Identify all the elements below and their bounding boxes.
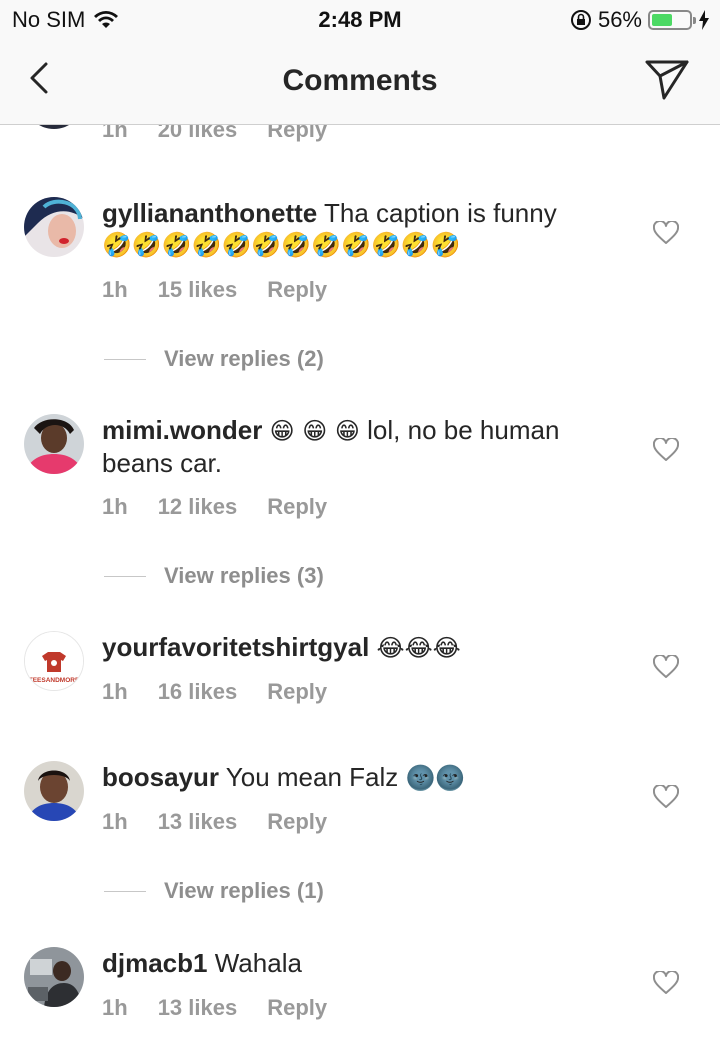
comment-time: 1h — [102, 809, 128, 834]
like-heart-icon[interactable] — [653, 221, 679, 245]
reply-button[interactable]: Reply — [267, 494, 327, 520]
view-replies-button[interactable]: View replies (3) — [104, 563, 324, 589]
comment-username[interactable]: djmacb1 — [102, 948, 208, 978]
divider-line — [104, 890, 146, 892]
paper-plane-icon — [645, 60, 689, 100]
comment-text: Wahala — [214, 948, 302, 978]
likes-link[interactable]: 20 likes — [158, 125, 238, 143]
comment-username[interactable]: gylliananthonette — [102, 198, 317, 228]
comment-emoji: 🤣🤣🤣🤣🤣🤣🤣🤣🤣🤣🤣🤣 — [102, 231, 461, 259]
comment-meta: 1h 12 likes Reply — [102, 494, 357, 520]
battery-tip — [693, 17, 696, 24]
reply-button[interactable]: Reply — [267, 125, 327, 143]
avatar[interactable] — [24, 761, 84, 821]
battery-icon — [648, 10, 696, 30]
comment-time: 1h — [102, 995, 128, 1020]
comment-meta: 1h 20 likes Reply — [102, 125, 357, 143]
status-bar: No SIM 2:48 PM 56% — [0, 0, 720, 40]
reply-button[interactable]: Reply — [267, 809, 327, 835]
battery-fill — [652, 14, 672, 26]
comment-meta: 1h 15 likes Reply — [102, 277, 357, 303]
view-replies-button[interactable]: View replies (1) — [104, 878, 324, 904]
comment-meta: 1h 13 likes Reply — [102, 995, 357, 1021]
avatar[interactable] — [24, 125, 84, 129]
avatar[interactable] — [24, 414, 84, 474]
comment-emoji: 😁 😁 😁 — [269, 417, 360, 445]
comment-username[interactable]: mimi.wonder — [102, 415, 262, 445]
comment-body: djmacb1 Wahala — [102, 947, 622, 979]
comment-username[interactable]: yourfavoritetshirtgyal — [102, 632, 369, 662]
like-heart-icon[interactable] — [653, 785, 679, 809]
comments-list[interactable]: 1h 20 likes Reply gylliananthonette Tha … — [0, 125, 720, 1041]
comment-body: gylliananthonette Tha caption is funny 🤣… — [102, 197, 622, 261]
reply-button[interactable]: Reply — [267, 679, 327, 705]
comment-time: 1h — [102, 679, 128, 704]
reply-button[interactable]: Reply — [267, 277, 327, 303]
likes-link[interactable]: 13 likes — [158, 995, 238, 1021]
comment-time: 1h — [102, 277, 128, 302]
comment-text: You mean Falz — [225, 762, 399, 792]
nav-bar: Comments — [0, 40, 720, 125]
comment-emoji: 😂😂😂 — [376, 634, 461, 662]
comment-username[interactable]: boosayur — [102, 762, 219, 792]
avatar[interactable] — [24, 947, 84, 1007]
comment-body: yourfavoritetshirtgyal 😂😂😂 — [102, 631, 622, 664]
view-replies-button[interactable]: View replies (2) — [104, 346, 324, 372]
send-button[interactable] — [644, 56, 690, 102]
view-replies-label: View replies (3) — [164, 563, 324, 588]
avatar[interactable] — [24, 197, 84, 257]
like-heart-icon[interactable] — [653, 971, 679, 995]
view-replies-label: View replies (2) — [164, 346, 324, 371]
comment-meta: 1h 13 likes Reply — [102, 809, 357, 835]
comment-text: Tha caption is funny — [324, 198, 557, 228]
comment-meta: 1h 16 likes Reply — [102, 679, 357, 705]
view-replies-label: View replies (1) — [164, 878, 324, 903]
likes-link[interactable]: 15 likes — [158, 277, 238, 303]
avatar[interactable]: TEESANDMORE — [24, 631, 84, 691]
divider-line — [104, 358, 146, 360]
divider-line — [104, 575, 146, 577]
comment-time: 1h — [102, 494, 128, 519]
avatar-brand-text: TEESANDMORE — [29, 677, 80, 684]
comment-emoji: 🌚🌚 — [405, 764, 466, 792]
battery-percent: 56% — [597, 7, 642, 32]
like-heart-icon[interactable] — [653, 655, 679, 679]
likes-link[interactable]: 13 likes — [158, 809, 238, 835]
status-right: 56% — [570, 7, 710, 33]
reply-button[interactable]: Reply — [267, 995, 327, 1021]
comment-time: 1h — [102, 125, 128, 142]
orientation-lock-icon — [570, 10, 591, 30]
charging-bolt-icon — [699, 10, 709, 30]
likes-link[interactable]: 12 likes — [158, 494, 238, 520]
page-title: Comments — [282, 64, 438, 97]
like-heart-icon[interactable] — [653, 438, 679, 462]
likes-link[interactable]: 16 likes — [158, 679, 238, 705]
comment-body: mimi.wonder 😁 😁 😁 lol, no be human beans… — [102, 414, 622, 479]
comment-body: boosayur You mean Falz 🌚🌚 — [102, 761, 622, 794]
